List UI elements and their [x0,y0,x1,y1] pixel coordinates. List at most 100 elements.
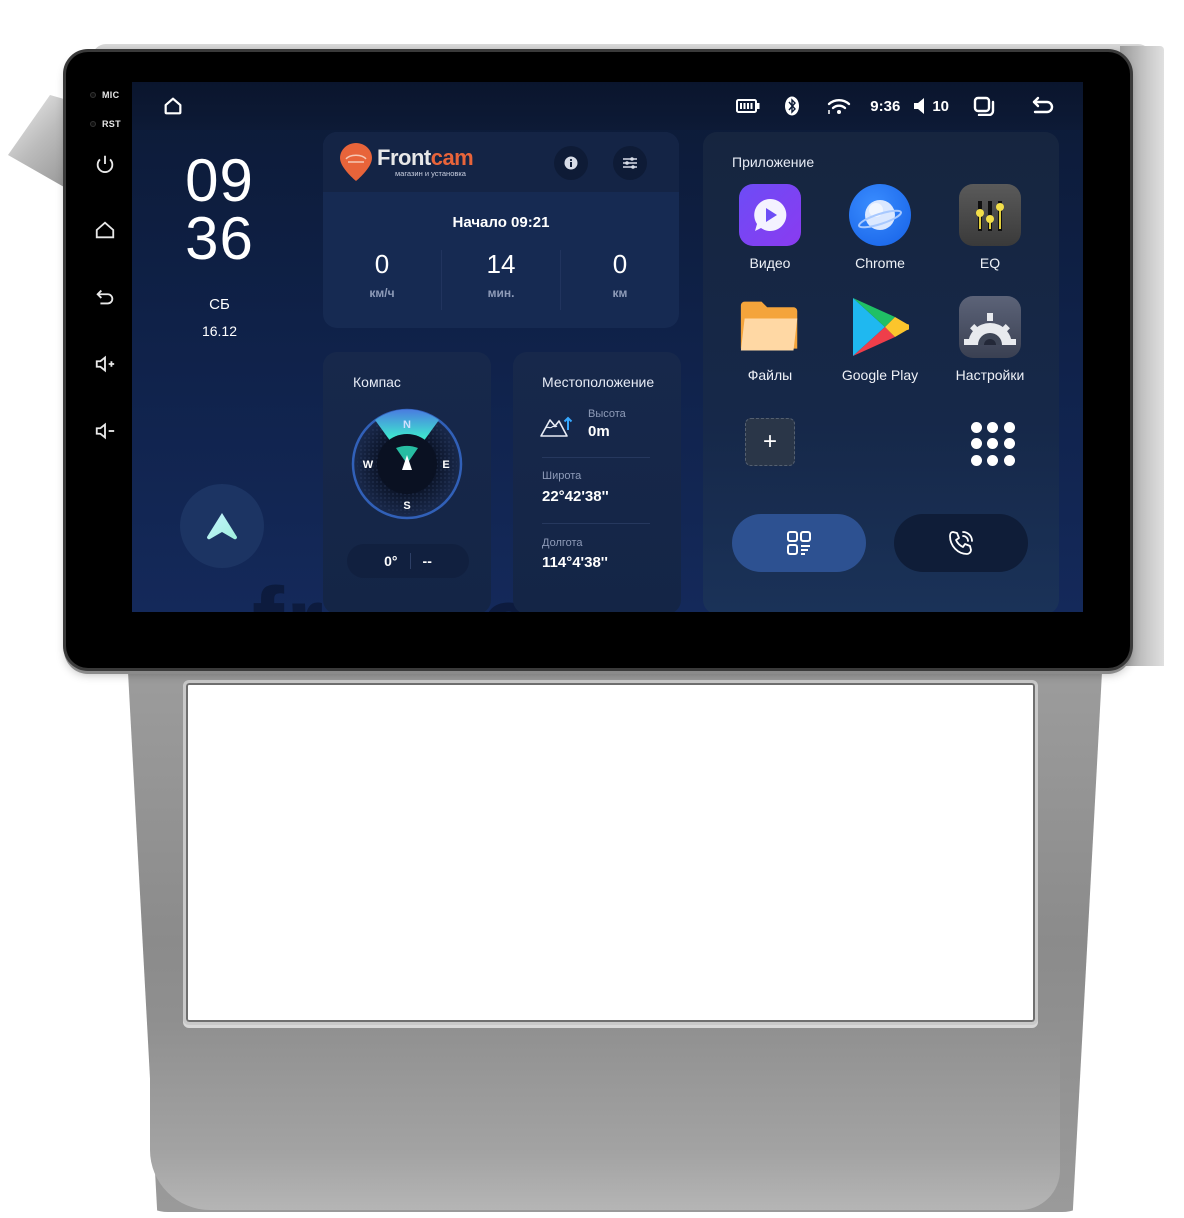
hardware-buttons: MIC RST [66,52,132,668]
info-button[interactable] [554,146,588,180]
home-icon [95,221,115,239]
reset-label: RST [102,119,121,129]
compass-heading: 0° [384,553,398,569]
video-app-icon [739,184,801,246]
volume-level: 10 [932,97,949,115]
location-title: Местоположение [542,374,655,390]
app-settings[interactable]: Настройки [935,296,1045,383]
app-eq[interactable]: EQ [935,184,1045,271]
info-icon [564,156,578,170]
compass-w: W [363,459,374,471]
app-label: EQ [979,255,1001,271]
trip-stats: 0 км/ч 14 мин. 0 км [323,250,679,310]
apps-button[interactable] [732,514,866,572]
divider [409,553,411,569]
status-time: 9:36 [870,97,901,115]
back-icon [96,289,114,305]
hw-back-button[interactable] [92,284,118,310]
trip-stat-unit: км [612,286,628,300]
altitude-value: 0m [588,423,610,440]
trip-stat-value: 0 [374,249,390,279]
clock-date: 16.12 [201,323,238,339]
clock-hours: 09 [185,147,254,214]
apps-card: Приложение Видео Chrome EQ Файлы Google … [703,132,1059,612]
trip-card-header: Frontcam магазин и установка [323,132,679,192]
divider [542,457,650,458]
power-icon [96,155,114,173]
battery-icon [734,99,762,113]
screen: 9:36 10 frontcam.ru 09 36 СБ 16.12 [132,82,1083,612]
trip-start-time: Начало 09:21 [452,214,550,231]
sliders-icon [623,157,637,169]
trip-stat-speed: 0 км/ч [323,250,442,310]
wifi-icon [822,96,856,116]
trip-stat-duration: 14 мин. [442,250,561,310]
phone-call-icon [949,531,973,555]
trip-stat-distance: 0 км [561,250,679,310]
app-video[interactable]: Видео [715,184,825,271]
trip-stat-value: 14 [486,249,516,279]
chrome-app-icon [849,184,911,246]
compass-title: Компас [353,374,401,390]
app-label: Chrome [855,255,905,271]
power-button[interactable] [92,151,118,177]
app-label: Настройки [955,367,1025,383]
apps-qr-icon [787,531,811,555]
files-app-icon [739,296,801,358]
navigation-arrow-icon [206,513,238,540]
trip-stat-value: 0 [612,249,628,279]
longitude-value: 114°4'38'' [542,554,608,571]
trip-settings-button[interactable] [613,146,647,180]
mic-hole [90,92,96,98]
compass-e: E [442,459,449,471]
trip-stat-unit: мин. [487,286,515,300]
brand-logo: Frontcam магазин и установка [339,140,474,184]
reset-hole[interactable] [90,121,96,127]
phone-button[interactable] [894,514,1028,572]
app-label: Google Play [841,367,919,383]
status-bar: 9:36 10 [132,82,1083,130]
apps-title: Приложение [732,154,815,170]
mic-label: MIC [102,90,120,100]
app-chrome[interactable]: Chrome [825,184,935,271]
longitude-label: Долгота [542,537,583,549]
clock-widget[interactable]: 09 36 СБ 16.12 [162,147,277,340]
brand-name-front: Front [377,144,431,170]
eq-app-icon [959,184,1021,246]
panel-cutout [183,680,1038,1025]
trip-stat-unit: км/ч [369,286,395,300]
dash-lower-panel-bottom [150,1020,1060,1210]
clock-day: СБ [209,296,230,313]
app-google-play[interactable]: Google Play [825,296,935,383]
home-icon[interactable] [162,95,184,117]
location-card[interactable]: Местоположение Высота 0m Широта 22°42'38… [513,352,681,612]
bluetooth-icon [772,96,812,116]
volume-icon[interactable] [914,98,926,114]
all-apps-grid-icon[interactable] [971,422,1015,466]
divider [542,523,650,524]
compass-s: S [403,500,410,512]
volume-up-button[interactable] [92,351,118,377]
settings-app-icon [959,296,1021,358]
compass-readout: 0° -- [347,544,469,578]
altitude-label: Высота [588,408,626,420]
recent-apps-icon[interactable] [973,96,995,116]
add-app-button[interactable]: + [745,418,795,466]
back-icon[interactable] [1031,96,1055,116]
latitude-value: 22°42'38'' [542,488,609,505]
mountain-altitude-icon [540,416,573,437]
app-label: Файлы [747,367,793,383]
volume-down-button[interactable] [92,418,118,444]
compass-dial: N E S W [351,408,463,520]
status-icons: 9:36 10 [734,82,1055,130]
compass-card[interactable]: Компас N E S W 0° -- [323,352,491,612]
app-files[interactable]: Файлы [715,296,825,383]
brand-name-cam: cam [430,144,474,170]
location-pin-logo-icon [340,143,372,181]
hw-home-button[interactable] [92,217,118,243]
brand-tagline: магазин и установка [395,168,466,178]
compass-n: N [403,419,411,431]
navigation-button[interactable] [180,484,264,568]
app-label: Видео [749,255,791,271]
google-play-app-icon [849,296,911,358]
